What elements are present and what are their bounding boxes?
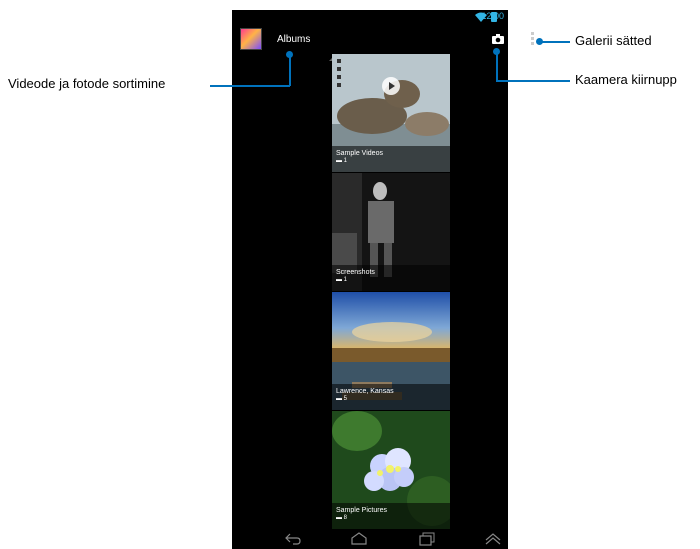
play-icon[interactable]	[381, 76, 401, 96]
gallery-app-icon[interactable]	[240, 28, 262, 50]
callout-dot-camera	[493, 48, 500, 55]
album-tile-lawrence-kansas[interactable]: Lawrence, Kansas ▬ 5	[332, 292, 450, 410]
annotation-sort: Videode ja fotode sortimine	[8, 76, 166, 91]
album-count: ▬ 1	[336, 158, 348, 164]
action-bar: Albums	[232, 26, 534, 61]
album-tile-screenshots[interactable]: Screenshots ▬ 1	[332, 173, 450, 291]
camera-icon[interactable]	[492, 34, 504, 44]
overflow-menu-icon[interactable]	[531, 32, 535, 47]
album-caption: Screenshots ▬ 1	[332, 265, 450, 291]
album-name: Screenshots	[336, 269, 375, 276]
album-caption: Sample Pictures ▬ 8	[332, 503, 450, 529]
callout-line-camera-vertical	[496, 51, 498, 82]
album-name: Lawrence, Kansas	[336, 388, 394, 395]
album-count-value: 8	[343, 515, 348, 521]
recent-apps-icon[interactable]	[418, 532, 436, 546]
callout-dot-sort	[286, 51, 293, 58]
callout-line-sort-vertical	[289, 55, 291, 86]
album-count-value: 1	[343, 277, 348, 283]
albums-sort-spinner[interactable]: Albums	[277, 34, 310, 45]
album-caption: Sample Videos ▬ 1	[332, 146, 450, 172]
callout-line-settings	[540, 41, 570, 43]
callout-dot-settings	[536, 38, 543, 45]
callout-line-sort	[210, 85, 290, 87]
album-tile-sample-pictures[interactable]: Sample Pictures ▬ 8	[332, 411, 450, 529]
home-icon[interactable]	[350, 532, 368, 546]
navigation-bar	[232, 529, 508, 549]
album-count-value: 5	[343, 396, 348, 402]
album-name: Sample Pictures	[336, 507, 387, 514]
album-tile-sample-videos[interactable]: Sample Videos ▬ 1	[332, 54, 450, 172]
menu-up-icon[interactable]	[484, 532, 502, 546]
callout-line-camera	[497, 80, 570, 82]
album-count: ▬ 8	[336, 515, 348, 521]
annotation-camera: Kaamera kiirnupp	[575, 72, 677, 87]
album-name: Sample Videos	[336, 150, 383, 157]
album-count-value: 1	[343, 158, 348, 164]
gallery-screen: 12:00 Albums Sample Videos ▬ 1 Screensho…	[232, 10, 534, 549]
status-bar: 12:00	[232, 10, 508, 24]
album-caption: Lawrence, Kansas ▬ 5	[332, 384, 450, 410]
album-count: ▬ 1	[336, 277, 348, 283]
album-count: ▬ 5	[336, 396, 348, 402]
status-time: 12:00	[481, 11, 504, 21]
annotation-settings: Galerii sätted	[575, 33, 652, 48]
back-icon[interactable]	[284, 532, 302, 546]
